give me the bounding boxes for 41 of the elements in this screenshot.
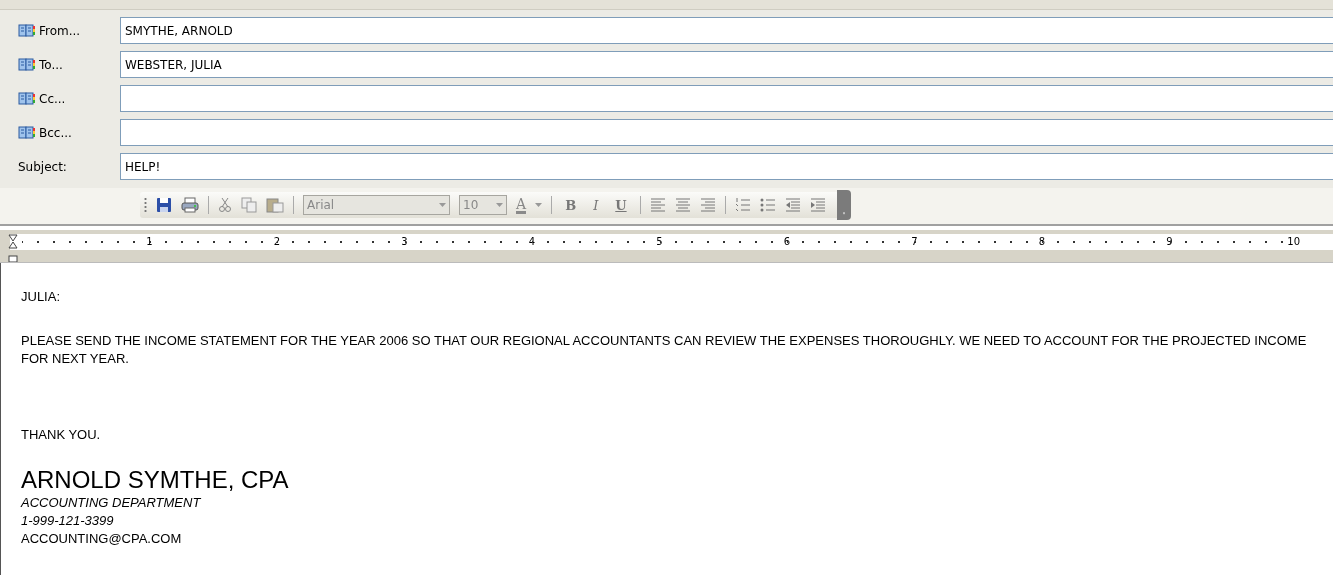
save-icon[interactable] [156,197,172,213]
address-book-icon [18,57,36,72]
align-left-icon[interactable] [649,197,666,213]
increase-indent-icon[interactable] [809,197,826,213]
align-right-icon[interactable] [699,197,716,213]
message-paragraph: PLEASE SEND THE INCOME STATEMENT FOR THE YEAR 2006 SO THAT OUR REGIONAL ACCOUNTANTS CAN REVIEW THE EXPENSES THOROUGHLY. WE NEED TO ACCOUNT FOR THE PROJECTED INCOME FOR NEXT YEAR. [21,332,1308,368]
bold-button[interactable]: B [561,197,581,213]
address-field[interactable]: SMYTHE, ARNOLD [120,17,1333,44]
underline-button[interactable]: U [611,197,631,213]
decrease-indent-icon[interactable] [784,197,801,213]
italic-button[interactable]: I [589,197,603,213]
address-book-button[interactable]: From... [18,20,81,41]
address-book-icon [18,91,36,106]
cut-icon[interactable] [218,197,232,213]
signature-phone: 1-999-121-3399 [21,512,115,530]
address-book-icon [18,23,36,38]
copy-icon[interactable] [241,197,257,213]
signature-department: ACCOUNTING DEPARTMENT [21,494,202,512]
indent-marker-icon[interactable] [8,234,18,262]
align-center-icon[interactable] [674,197,691,213]
dropdown-arrow-icon [439,203,446,207]
address-book-button[interactable]: Cc... [18,88,66,109]
numbered-list-icon[interactable] [734,197,751,213]
signature-email: ACCOUNTING@CPA.COM [21,530,183,548]
address-field[interactable]: WEBSTER, JULIA [120,51,1333,78]
print-icon[interactable] [181,197,199,213]
toolbar-options-button[interactable] [836,190,851,220]
field-label: Subject: [18,158,67,176]
address-book-button[interactable]: To... [18,54,63,75]
address-field[interactable] [120,85,1333,112]
dropdown-arrow-icon [496,203,503,207]
address-book-icon [18,125,36,140]
dropdown-arrow-icon[interactable] [535,203,543,207]
address-book-button[interactable]: Bcc... [18,122,72,143]
signature-name: ARNOLD SYMTHE, CPA [21,466,290,494]
greeting-text: JULIA: [21,289,61,304]
subject-field[interactable]: HELP! [120,153,1333,180]
bullet-list-icon[interactable] [759,197,776,213]
address-field[interactable] [120,119,1333,146]
paste-icon[interactable] [266,197,284,213]
closing-text: THANK YOU. [21,427,102,442]
